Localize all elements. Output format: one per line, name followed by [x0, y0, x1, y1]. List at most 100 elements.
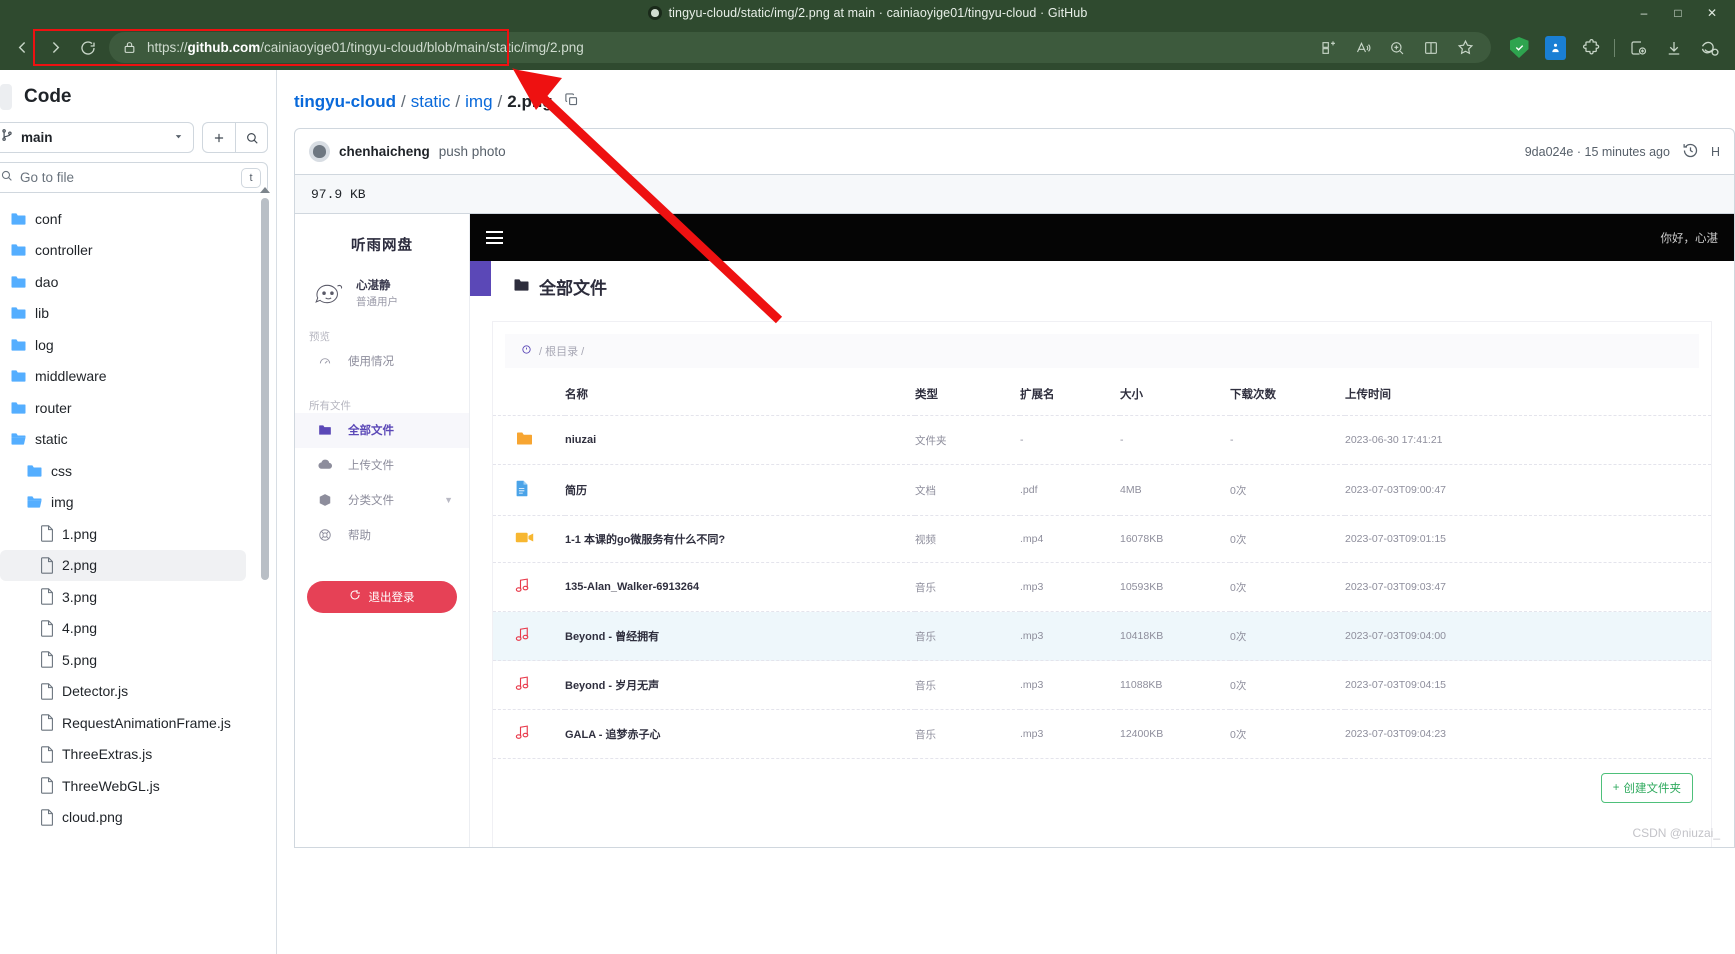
create-folder-button[interactable]: + 创建文件夹 [1600, 773, 1693, 803]
forward-icon[interactable] [41, 34, 69, 62]
maximize-icon[interactable]: □ [1661, 0, 1695, 25]
music-icon [493, 611, 565, 661]
cell-name[interactable]: Beyond - 曾经拥有 [565, 611, 915, 661]
history-icon[interactable] [1682, 142, 1699, 162]
tree-file-requestanimationframe-js[interactable]: RequestAnimationFrame.js [0, 707, 246, 739]
go-to-file-input[interactable]: Go to file t [0, 162, 268, 193]
nav-item-categories[interactable]: 分类文件 ▼ [295, 483, 469, 518]
folder-icon [10, 338, 27, 352]
copy-path-icon[interactable] [564, 92, 579, 112]
tree-file-cloud-png[interactable]: cloud.png [0, 802, 246, 834]
table-row[interactable]: 简历 文档 .pdf 4MB 0次 2023-07-03T09:00:47 [493, 464, 1711, 516]
cell-name[interactable]: Beyond - 岁月无声 [565, 660, 915, 710]
read-aloud-icon[interactable] [1347, 35, 1379, 61]
breadcrumb-separator: / [400, 92, 406, 111]
table-row[interactable]: 135-Alan_Walker-6913264 音乐 .mp3 10593KB 0次 20… [493, 562, 1711, 612]
cell-name[interactable]: GALA - 追梦赤子心 [565, 709, 915, 759]
table-row[interactable]: Beyond - 曾经拥有 音乐 .mp3 10418KB 0次 2023-07-03T0… [493, 611, 1711, 661]
music-icon [515, 627, 529, 645]
nav-item-all-files[interactable]: 全部文件 [295, 412, 469, 448]
go-to-file-shortcut: t [241, 167, 261, 188]
address-bar-actions [1313, 35, 1481, 61]
tree-folder-static[interactable]: static [0, 424, 246, 456]
back-icon[interactable] [8, 34, 36, 62]
tree-folder-dao[interactable]: dao [0, 266, 246, 298]
hamburger-icon[interactable] [486, 231, 503, 244]
scroll-up-arrow[interactable] [260, 183, 270, 193]
tree-item-label: 4.png [62, 620, 98, 637]
folder-icon [513, 277, 530, 297]
tree-file-1-png[interactable]: 1.png [0, 518, 246, 550]
cell-name[interactable]: 1-1 本课的go微服务有什么不同? [565, 515, 915, 563]
tree-folder-conf[interactable]: conf [0, 203, 246, 235]
adblock-shield-icon[interactable] [1502, 33, 1536, 63]
browser-essentials-icon[interactable] [1693, 33, 1727, 63]
box-icon [317, 493, 333, 507]
reading-view-icon[interactable] [1415, 35, 1447, 61]
breadcrumb-repo[interactable]: tingyu-cloud [294, 92, 396, 112]
branch-row: main [0, 122, 276, 153]
split-screen-icon[interactable] [1313, 35, 1345, 61]
tree-file-threeextras-js[interactable]: ThreeExtras.js [0, 739, 246, 771]
collections-icon[interactable] [1621, 33, 1655, 63]
nav-item-label: 分类文件 [348, 495, 394, 508]
folder-icon [10, 275, 27, 289]
tree-folder-log[interactable]: log [0, 329, 246, 361]
tree-file-3-png[interactable]: 3.png [0, 581, 246, 613]
music-icon [515, 578, 529, 596]
commit-message[interactable]: push photo [439, 144, 506, 159]
add-file-button[interactable] [202, 122, 235, 153]
tree-folder-controller[interactable]: controller [0, 235, 246, 267]
table-row[interactable]: Beyond - 岁月无声 音乐 .mp3 11088KB 0次 2023-07-03T0… [493, 660, 1711, 710]
breadcrumb-static[interactable]: static [411, 92, 451, 112]
cell-name[interactable]: 135-Alan_Walker-6913264 [565, 562, 915, 612]
cell-size: 10418KB [1120, 611, 1230, 661]
tree-folder-lib[interactable]: lib [0, 298, 246, 330]
extensions-puzzle-icon[interactable] [1574, 33, 1608, 63]
cell-name[interactable]: niuzai [565, 415, 915, 465]
table-row[interactable]: 1-1 本课的go微服务有什么不同? 视频 .mp4 16078KB 0次 2023-07… [493, 515, 1711, 563]
refresh-icon[interactable] [74, 34, 102, 62]
nav-item-usage[interactable]: 使用情况 [295, 344, 469, 379]
tree-folder-css[interactable]: css [0, 455, 246, 487]
sidebar-actions [202, 122, 268, 153]
sidebar-tab-indicator [0, 84, 12, 110]
music-icon [515, 676, 529, 694]
branch-selector[interactable]: main [0, 122, 194, 153]
tree-file-2-png[interactable]: 2.png [0, 549, 246, 581]
tree-folder-middleware[interactable]: middleware [0, 361, 246, 393]
search-icon[interactable] [235, 122, 268, 153]
create-folder-row: + 创建文件夹 [493, 759, 1711, 803]
sidebar-scrollbar[interactable] [261, 198, 269, 580]
folder-open-icon [26, 495, 43, 509]
breadcrumb-img[interactable]: img [465, 92, 492, 112]
music-icon [493, 562, 565, 612]
image-preview-frame: 听雨网盘 心湛静 普通用户 预览 使用情况 所有文件 全部文件 上传文件 分类文… [294, 214, 1735, 848]
app-page-title-text: 全部文件 [539, 279, 607, 298]
tree-file-threewebgl-js[interactable]: ThreeWebGL.js [0, 770, 246, 802]
tree-file-4-png[interactable]: 4.png [0, 613, 246, 645]
tree-folder-router[interactable]: router [0, 392, 246, 424]
video-icon [493, 515, 565, 563]
video-icon [515, 531, 534, 547]
extension-blue-icon[interactable] [1538, 33, 1572, 63]
favorite-icon[interactable] [1449, 35, 1481, 61]
nav-item-help[interactable]: 帮助 [295, 518, 469, 553]
close-icon[interactable]: ✕ [1695, 0, 1729, 25]
nav-item-upload[interactable]: 上传文件 [295, 448, 469, 483]
address-bar[interactable]: https://github.com/cainiaoyige01/tingyu-… [109, 32, 1491, 63]
table-row[interactable]: niuzai 文件夹 - - -2023-06-30 17:41:21 [493, 415, 1711, 465]
commit-author[interactable]: chenhaicheng [339, 144, 430, 159]
downloads-icon[interactable] [1657, 33, 1691, 63]
minimize-icon[interactable]: – [1627, 0, 1661, 25]
tree-folder-img[interactable]: img [0, 487, 246, 519]
tree-file-detector-js[interactable]: Detector.js [0, 676, 246, 708]
logout-button[interactable]: 退出登录 [307, 580, 457, 613]
tree-file-5-png[interactable]: 5.png [0, 644, 246, 676]
home-icon[interactable] [521, 344, 532, 358]
table-row[interactable]: GALA - 追梦赤子心 音乐 .mp3 12400KB 0次 2023-07-03T09… [493, 709, 1711, 759]
zoom-icon[interactable] [1381, 35, 1413, 61]
cell-name[interactable]: 简历 [565, 464, 915, 516]
app-topbar: 你好，心湛 [470, 214, 1734, 261]
breadcrumb-separator: / [455, 92, 461, 111]
